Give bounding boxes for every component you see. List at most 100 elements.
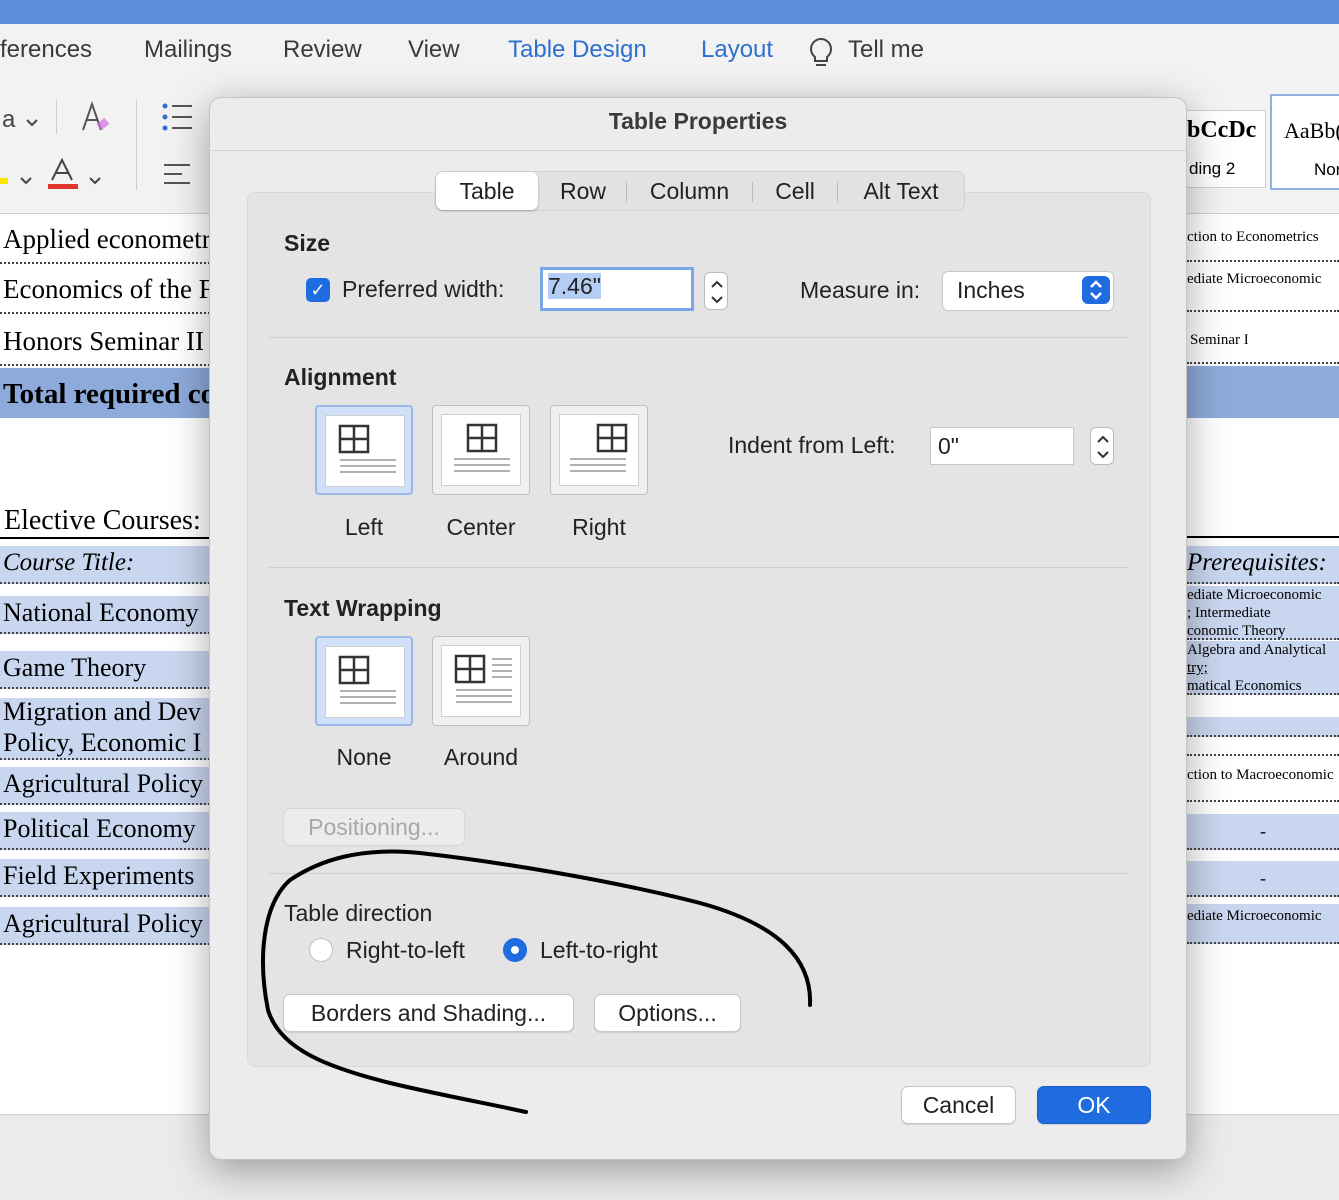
cancel-button[interactable]: Cancel	[901, 1086, 1016, 1124]
alignment-center-label: Center	[446, 514, 516, 540]
alignment-section-title: Alignment	[284, 364, 397, 390]
table-row: ediate Microeconomic	[1187, 262, 1339, 312]
table-tab-panel	[247, 192, 1151, 1067]
style-preview: AaBb(	[1284, 118, 1339, 143]
total-row	[1187, 366, 1339, 418]
preferred-width-checkbox[interactable]: ✓	[306, 278, 330, 302]
total-row: Total required co	[0, 368, 210, 418]
style-heading-2[interactable]: bCcDc ding 2	[1178, 110, 1266, 188]
ribbon-separator	[56, 100, 57, 134]
table-row: Algebra and Analytical	[1187, 641, 1339, 659]
chevron-down-icon	[89, 172, 101, 190]
highlight-color-icon[interactable]	[0, 160, 12, 191]
title-divider	[210, 150, 1186, 151]
right-to-left-radio[interactable]	[309, 938, 333, 962]
text-wrapping-section-title: Text Wrapping	[284, 595, 442, 621]
right-to-left-label: Right-to-left	[346, 937, 465, 963]
table-row: Field Experiments	[0, 859, 210, 897]
ribbon-tab-bar: ferences Mailings Review View Table Desi…	[0, 24, 1339, 82]
style-name: ding 2	[1189, 159, 1236, 178]
tell-me-search[interactable]: Tell me	[848, 36, 924, 64]
left-to-right-label: Left-to-right	[540, 937, 658, 963]
table-row: Honors Seminar II	[0, 322, 210, 366]
section-divider	[269, 873, 1129, 874]
tab-bar: Table Row Column Cell Alt Text	[435, 171, 965, 211]
chevron-down-icon	[20, 172, 32, 190]
align-left-icon[interactable]	[164, 162, 192, 193]
tab-table-design[interactable]: Table Design	[508, 36, 647, 64]
window-title-bar	[0, 0, 1339, 24]
up-down-chevron-icon	[1082, 276, 1110, 304]
style-name: Nor	[1314, 160, 1339, 179]
alignment-right-label: Right	[572, 514, 626, 540]
table-center-icon	[454, 423, 510, 472]
wrapping-preview	[325, 646, 405, 718]
tab-row[interactable]: Row	[540, 172, 626, 210]
table-row: -	[1187, 814, 1339, 850]
tab-review[interactable]: Review	[283, 36, 362, 64]
alignment-left-label: Left	[344, 514, 384, 540]
section-divider	[269, 337, 1129, 338]
table-right-icon	[570, 423, 628, 472]
borders-and-shading-button[interactable]: Borders and Shading...	[283, 994, 574, 1032]
table-row: Seminar I	[1187, 318, 1339, 364]
table-row: Economics of the F	[0, 270, 210, 314]
wrapping-none-option[interactable]	[315, 636, 413, 726]
preferred-width-input[interactable]: 7.46"	[540, 267, 694, 311]
tab-references[interactable]: ferences	[0, 36, 92, 64]
ok-button[interactable]: OK	[1037, 1086, 1151, 1124]
font-name-dropdown[interactable]: a	[2, 106, 15, 134]
chevron-down-icon	[26, 114, 38, 132]
style-normal[interactable]: AaBb( Nor	[1270, 94, 1339, 190]
font-color-icon[interactable]	[48, 157, 78, 195]
table-left-icon	[338, 424, 396, 473]
table-row: Agricultural Policy	[0, 767, 210, 805]
tab-alt-text[interactable]: Alt Text	[838, 172, 964, 210]
table-row: National Economy	[0, 596, 210, 634]
tab-layout[interactable]: Layout	[701, 36, 773, 64]
elective-heading: Elective Courses:	[0, 503, 210, 539]
table-row: Policy, Economic I	[0, 728, 210, 760]
alignment-preview	[559, 414, 639, 486]
positioning-button[interactable]: Positioning...	[283, 808, 465, 846]
style-preview: bCcDc	[1187, 117, 1257, 143]
elective-header: Course Title:	[0, 546, 210, 584]
wrapping-around-label: Around	[443, 744, 519, 770]
indent-stepper[interactable]	[1090, 427, 1114, 465]
table-border	[1187, 536, 1339, 538]
alignment-preview	[325, 415, 405, 487]
tab-view[interactable]: View	[408, 36, 460, 64]
table-row: Political Economy	[0, 812, 210, 850]
table-row: -	[1187, 861, 1339, 897]
tab-cell[interactable]: Cell	[753, 172, 837, 210]
table-row: ; Intermediate	[1187, 604, 1339, 622]
table-row: ediate Microeconomic	[1187, 586, 1339, 604]
table-row: Applied econometr	[0, 220, 210, 264]
table-direction-title: Table direction	[284, 900, 433, 926]
clear-formatting-icon[interactable]	[80, 100, 112, 139]
preferred-width-label: Preferred width:	[342, 276, 505, 302]
alignment-preview	[441, 414, 521, 486]
left-to-right-radio[interactable]	[503, 938, 527, 962]
wrapping-around-option[interactable]	[432, 636, 530, 726]
tab-table[interactable]: Table	[436, 172, 538, 210]
prereq-header: Prerequisites:	[1187, 546, 1339, 584]
table-row: matical Economics	[1187, 677, 1339, 695]
bullet-list-icon[interactable]	[162, 102, 194, 137]
section-divider	[269, 567, 1129, 568]
tab-mailings[interactable]: Mailings	[144, 36, 232, 64]
lightbulb-icon	[808, 37, 834, 74]
indent-from-left-input[interactable]: 0"	[930, 427, 1074, 465]
measure-in-value: Inches	[957, 277, 1025, 303]
table-properties-dialog: Table Properties Table Row Column Cell A…	[209, 97, 1187, 1160]
wrap-none-icon	[338, 655, 396, 704]
preferred-width-stepper[interactable]	[704, 272, 728, 310]
table-row: try;	[1187, 659, 1339, 677]
alignment-center-option[interactable]	[432, 405, 530, 495]
tab-column[interactable]: Column	[627, 172, 752, 210]
options-button[interactable]: Options...	[594, 994, 741, 1032]
ribbon-separator	[136, 100, 137, 190]
measure-in-select[interactable]: Inches	[942, 271, 1114, 311]
alignment-right-option[interactable]	[550, 405, 648, 495]
alignment-left-option[interactable]	[315, 405, 413, 495]
